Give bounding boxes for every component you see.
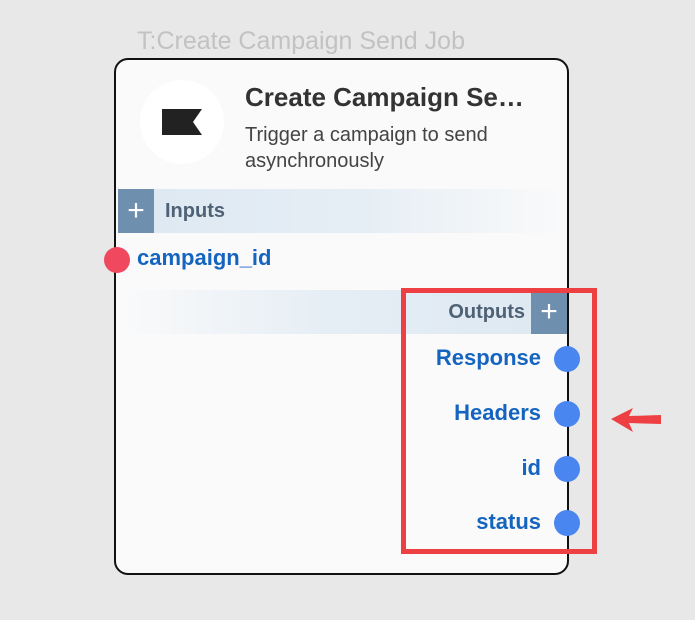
node-title: Create Campaign Se… [245, 82, 524, 112]
inputs-section-header: + Inputs [118, 189, 567, 233]
input-port-campaign-id[interactable] [104, 247, 130, 273]
arrow-left-icon [611, 408, 661, 432]
node-description: Trigger a campaign to send asynchronousl… [245, 124, 488, 172]
node-icon [140, 80, 224, 164]
add-input-button[interactable]: + [118, 189, 154, 233]
flag-icon [162, 109, 202, 135]
inputs-section-label: Inputs [165, 200, 225, 222]
input-label-campaign-id: campaign_id [137, 245, 272, 270]
outputs-highlight-box [401, 288, 597, 554]
node-type-label: T:Create Campaign Send Job [137, 27, 465, 55]
